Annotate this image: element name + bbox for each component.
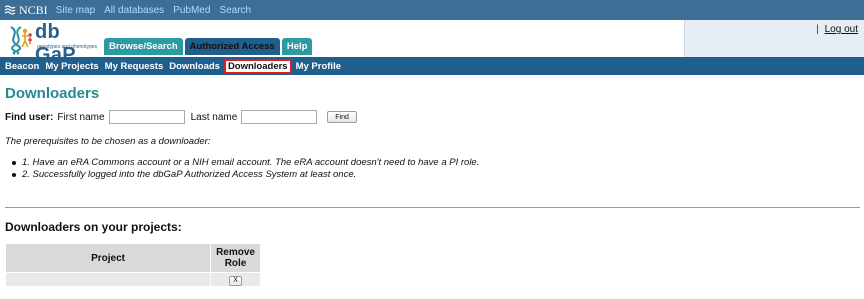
subnav-item-beacon[interactable]: Beacon	[5, 61, 39, 72]
last-name-label: Last name	[190, 111, 238, 123]
find-button[interactable]: Find	[327, 111, 357, 123]
ncbi-logo[interactable]: NCBI	[4, 3, 48, 18]
page-title: Downloaders	[5, 85, 100, 102]
downloaders-table: Project Remove Role X	[4, 243, 261, 287]
list-item: 2. Successfully logged into the dbGaP Au…	[12, 169, 479, 181]
logout-area: | Log out	[816, 24, 858, 35]
remove-role-button[interactable]: X	[229, 275, 242, 286]
bullet-icon	[12, 173, 16, 177]
ncbi-logo-icon	[4, 5, 16, 15]
remove-role-header-line1: Remove	[216, 247, 255, 258]
dbgap-dna-icon	[10, 26, 32, 55]
projects-section-title: Downloaders on your projects:	[5, 220, 182, 234]
last-name-input[interactable]	[241, 110, 318, 124]
ncbi-logo-text: NCBI	[19, 2, 48, 17]
ncbi-top-bar: NCBI Site map All databases PubMed Searc…	[0, 0, 864, 20]
remove-role-header-line2: Role	[224, 258, 247, 269]
logout-link[interactable]: Log out	[825, 24, 858, 35]
prerequisite-text: 2. Successfully logged into the dbGaP Au…	[22, 169, 357, 180]
main-tabs: Browse/Search Authorized Access Help	[104, 38, 314, 55]
subnav-item-downloads[interactable]: Downloads	[169, 61, 220, 72]
table-row: X	[4, 272, 261, 287]
column-header-remove-role: Remove Role	[210, 243, 261, 273]
header-account-panel: | Log out	[684, 20, 864, 57]
ncbi-link-site-map[interactable]: Site map	[56, 5, 95, 16]
subnav-item-my-requests[interactable]: My Requests	[105, 61, 164, 72]
tab-help[interactable]: Help	[281, 38, 313, 55]
ncbi-link-pubmed[interactable]: PubMed	[173, 5, 210, 16]
dbgap-logo-subtitle: genotypes and phenotypes	[37, 44, 98, 50]
prerequisite-text: 1. Have an eRA Commons account or a NIH …	[22, 157, 480, 168]
sub-navigation: Beacon My Projects My Requests Downloads…	[0, 57, 864, 75]
ncbi-links: Site map All databases PubMed Search	[56, 5, 260, 16]
remove-cell: X	[210, 272, 261, 287]
header: db GaP genotypes and phenotypes Browse/S…	[0, 20, 864, 66]
tab-browse-search[interactable]: Browse/Search	[104, 38, 183, 55]
dbgap-logo[interactable]: db GaP genotypes and phenotypes	[5, 21, 105, 66]
prerequisites-list: 1. Have an eRA Commons account or a NIH …	[12, 157, 479, 181]
section-divider	[5, 207, 860, 208]
prerequisites-intro: The prerequisites to be chosen as a down…	[5, 136, 211, 147]
list-item: 1. Have an eRA Commons account or a NIH …	[12, 157, 479, 169]
first-name-label: First name	[57, 111, 105, 123]
bullet-icon	[12, 161, 16, 165]
subnav-item-downloaders[interactable]: Downloaders	[223, 58, 292, 74]
tab-authorized-access[interactable]: Authorized Access	[184, 38, 280, 55]
ncbi-link-all-databases[interactable]: All databases	[104, 5, 164, 16]
first-name-input[interactable]	[108, 110, 185, 124]
project-cell	[4, 272, 212, 287]
ncbi-link-search[interactable]: Search	[219, 5, 251, 16]
table-header-row: Project Remove Role	[4, 243, 261, 273]
find-user-label: Find user:	[5, 111, 54, 123]
logout-separator: |	[816, 24, 819, 35]
column-header-project: Project	[4, 243, 212, 273]
subnav-item-my-profile[interactable]: My Profile	[296, 61, 341, 72]
subnav-item-my-projects[interactable]: My Projects	[45, 61, 98, 72]
find-user-form: Find user: First name Last name Find	[5, 110, 357, 124]
